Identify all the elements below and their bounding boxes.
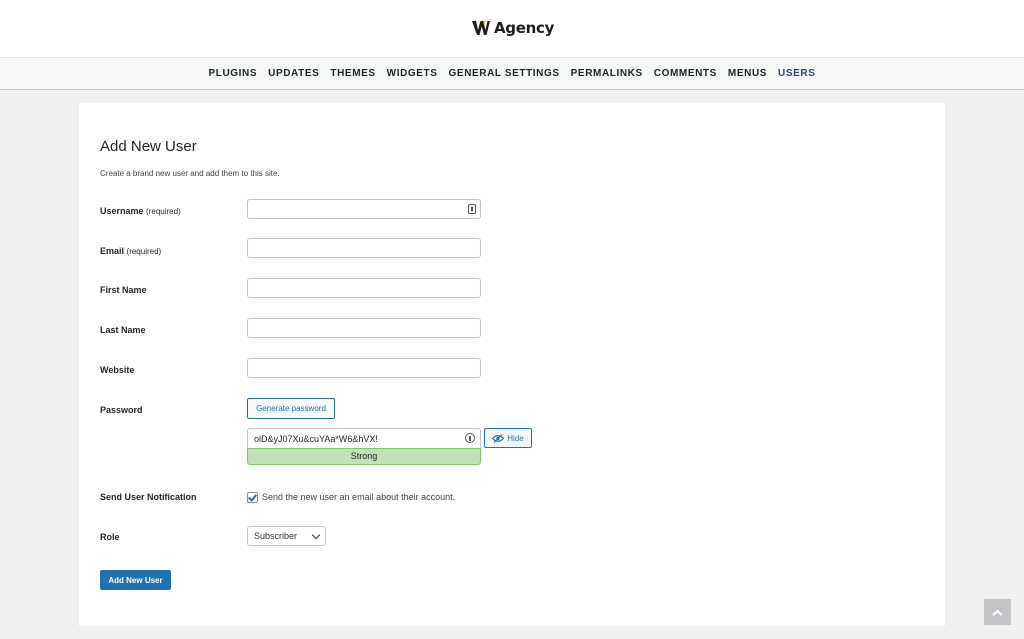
nav-item-general-settings[interactable]: GENERAL SETTINGS <box>449 68 560 79</box>
email-input[interactable] <box>247 238 481 258</box>
first-name-input[interactable] <box>247 278 481 298</box>
last-name-input[interactable] <box>247 318 481 338</box>
password-strength-meter: Strong <box>247 448 481 465</box>
add-new-user-button[interactable]: Add New User <box>100 570 171 590</box>
notification-label: Send User Notification <box>100 492 197 502</box>
generate-password-button[interactable]: Generate password <box>247 398 335 419</box>
email-required-note: (required) <box>126 247 162 256</box>
hide-password-button[interactable]: Hide <box>484 428 532 448</box>
nav-item-users[interactable]: USERS <box>778 68 815 79</box>
nav-item-menus[interactable]: MENUS <box>728 68 767 79</box>
website-label: Website <box>100 365 135 375</box>
role-select[interactable]: Subscriber <box>247 526 326 546</box>
role-selected-value: Subscriber <box>254 531 298 541</box>
top-navigation: PLUGINS UPDATES THEMES WIDGETS GENERAL S… <box>0 57 1024 90</box>
send-notification-checkbox[interactable] <box>247 492 258 503</box>
w-logo-icon <box>472 21 490 35</box>
eye-slash-icon <box>492 433 505 443</box>
nav-item-widgets[interactable]: WIDGETS <box>387 68 438 79</box>
nav-list: PLUGINS UPDATES THEMES WIDGETS GENERAL S… <box>0 58 1024 89</box>
password-input[interactable]: olD&yJ07Xu&cuYAa*W6&hVX! <box>247 428 481 448</box>
send-notification-text: Send the new user an email about their a… <box>262 492 456 502</box>
scroll-to-top-button[interactable] <box>984 599 1011 625</box>
page-description: Create a brand new user and add them to … <box>100 169 280 178</box>
password-manager-icon <box>465 433 475 443</box>
autofill-icon <box>468 204 476 214</box>
first-name-label: First Name <box>100 285 147 295</box>
hide-button-label: Hide <box>507 433 524 443</box>
chevron-down-icon <box>311 530 321 540</box>
add-user-card: Add New User Create a brand new user and… <box>79 103 945 626</box>
site-logo[interactable]: Agency <box>472 17 554 39</box>
email-label: Email (required) <box>100 246 161 256</box>
nav-item-plugins[interactable]: PLUGINS <box>208 68 257 79</box>
checkmark-icon <box>248 492 257 502</box>
username-input[interactable] <box>247 199 481 219</box>
username-label: Username (required) <box>100 206 181 216</box>
page-title: Add New User <box>100 138 197 155</box>
nav-item-permalinks[interactable]: PERMALINKS <box>571 68 643 79</box>
logo-text: Agency <box>494 19 555 37</box>
username-label-text: Username <box>100 206 144 216</box>
site-header: Agency <box>0 0 1024 57</box>
username-required-note: (required) <box>146 207 181 216</box>
nav-item-updates[interactable]: UPDATES <box>268 68 319 79</box>
website-input[interactable] <box>247 358 481 378</box>
chevron-up-icon <box>992 609 1003 619</box>
password-value: olD&yJ07Xu&cuYAa*W6&hVX! <box>254 433 378 444</box>
last-name-label: Last Name <box>100 325 146 335</box>
role-label: Role <box>100 532 120 542</box>
email-label-text: Email <box>100 246 125 256</box>
password-label: Password <box>100 405 143 415</box>
nav-item-comments[interactable]: COMMENTS <box>654 68 717 79</box>
nav-item-themes[interactable]: THEMES <box>330 68 375 79</box>
